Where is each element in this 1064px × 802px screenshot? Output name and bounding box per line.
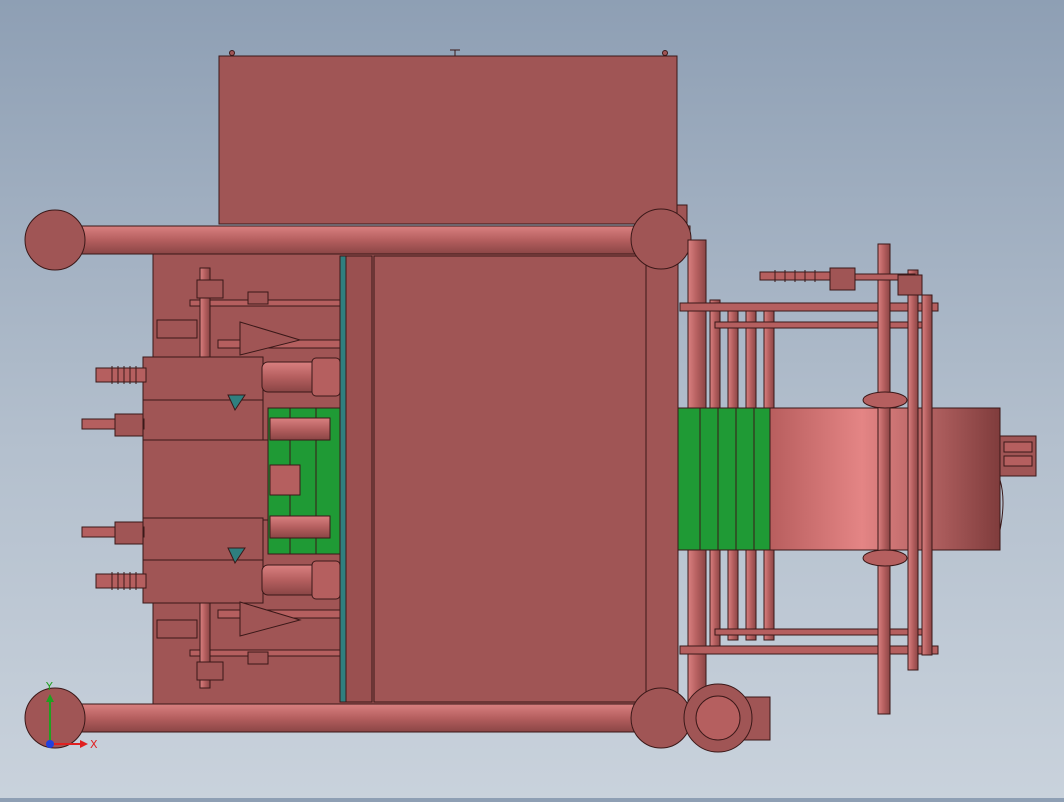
right-belt — [677, 407, 779, 551]
bottom-tube — [59, 703, 691, 733]
top-cabinet — [218, 55, 678, 225]
corner-disc-tr — [630, 208, 692, 270]
model-viewport[interactable] — [0, 0, 1064, 798]
top-tube — [59, 225, 691, 255]
machine-model — [24, 49, 1037, 753]
corner-disc-br — [630, 687, 692, 749]
middle-block — [142, 439, 269, 521]
z-axis-icon — [46, 740, 54, 748]
y-axis-label: Y — [45, 680, 53, 693]
axis-triad: Y X — [38, 672, 98, 752]
corner-disc-tl — [24, 209, 86, 271]
x-axis-label: X — [90, 738, 98, 751]
